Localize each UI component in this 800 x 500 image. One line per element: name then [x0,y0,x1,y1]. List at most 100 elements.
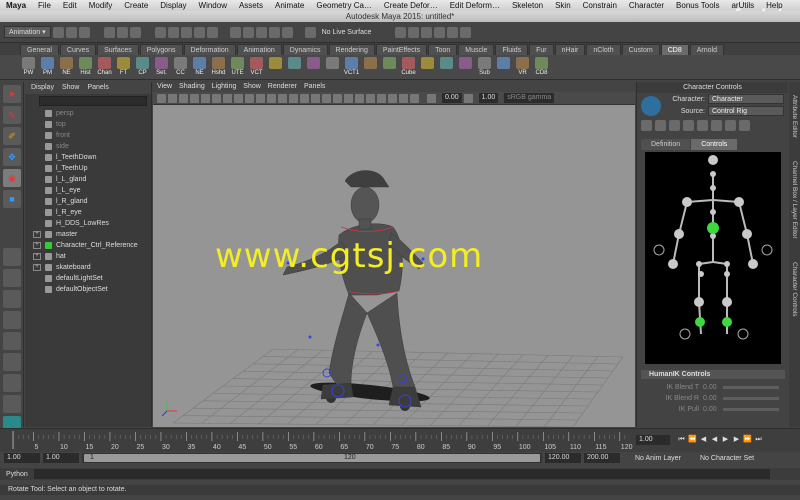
render-icon[interactable] [242,26,254,38]
humanik-controls-header[interactable]: HumanIK Controls [641,370,785,379]
new-scene-icon[interactable] [52,26,64,38]
scale-tool-icon[interactable]: ■ [3,190,21,208]
menu-skin[interactable]: Skin [549,1,577,10]
shelf-button-22[interactable] [438,57,455,79]
shelf-button-3[interactable]: Hist [77,57,94,79]
isolate-select-icon[interactable] [388,93,397,103]
command-input[interactable] [33,469,770,479]
anim-layer-dropdown[interactable]: No Anim Layer [635,455,697,462]
shelf-button-8[interactable]: CC [172,57,189,79]
shelf-tab-curves[interactable]: Curves [59,44,97,55]
outliner-item[interactable]: l_R_gland [25,196,151,207]
blend-slider[interactable] [723,385,779,389]
shelf-tab-muscle[interactable]: Muscle [458,44,495,55]
outliner-item[interactable]: + master [25,229,151,240]
shelf-button-14[interactable] [286,57,303,79]
shelf-button-9[interactable]: NE [191,57,208,79]
single-perspective-layout-icon[interactable] [3,269,21,287]
select-hierarchy-icon[interactable] [103,26,115,38]
persp-outliner-layout-icon[interactable] [3,311,21,329]
shelf-tab-custom[interactable]: Custom [621,44,660,55]
camera-attributes-icon[interactable] [168,93,177,103]
lasso-tool-icon[interactable]: ✎ [3,106,21,124]
shelf-button-2[interactable]: NE [58,57,75,79]
outliner-item[interactable]: + skateboard [25,262,151,273]
step-forward-frame-icon[interactable]: ▶︎ [732,435,741,444]
go-to-start-icon[interactable]: ⏮ [677,435,686,444]
end-time-field[interactable]: 200.00 [584,453,620,463]
left-hand-expand-icon[interactable] [653,244,665,256]
select-tool-icon[interactable]: ➤ [3,85,21,103]
uv-layout-icon[interactable] [3,395,21,413]
time-slider[interactable]: 5 10 15 20 25 30 35 40 45 50 55 60 65 70 75 80 85 90 95 100… [0,428,800,452]
shelf-tab-ncloth[interactable]: nCloth [586,44,621,55]
outliner-layout-icon[interactable] [3,374,21,392]
right-foot-expand-icon[interactable] [737,328,749,340]
hips-effector[interactable] [707,222,719,234]
tab-controls[interactable]: Controls [691,139,738,150]
outliner-item[interactable]: top [25,119,151,130]
shelf-button-4[interactable]: Chan [96,57,113,79]
shelf-button-10[interactable]: Hshd [210,57,227,79]
hik-figure-view[interactable] [645,152,781,364]
shelf-tab-dynamics[interactable]: Dynamics [282,44,328,55]
menu-animate[interactable]: Animate [269,1,310,10]
shelf-tab-painteffects[interactable]: PaintEffects [375,44,428,55]
character-set-dropdown[interactable]: No Character Set [700,455,770,462]
history-icon[interactable] [229,26,241,38]
blend-slider[interactable] [723,407,779,411]
smooth-shade-icon[interactable] [289,93,298,103]
menu-skeleton[interactable]: Skeleton [506,1,549,10]
gamma-icon[interactable] [463,93,473,103]
side-tab-character-controls[interactable]: Character Controls [789,254,800,324]
menu-geometry-ca[interactable]: Geometry Ca… [310,1,378,10]
left-foot-expand-icon[interactable] [679,328,691,340]
shelf-tab-surfaces[interactable]: Surfaces [97,44,139,55]
right-hand-expand-icon[interactable] [761,244,773,256]
field-chart-icon[interactable] [245,93,254,103]
hypershade-layout-icon[interactable] [3,353,21,371]
textured-icon[interactable] [311,93,320,103]
hik-pin-rotate-icon[interactable] [711,120,722,131]
step-forward-key-icon[interactable]: ⏩ [743,435,752,444]
source-dropdown[interactable]: Control Rig [708,106,784,116]
snap-curve-icon[interactable] [167,26,179,38]
menu-modify[interactable]: Modify [83,1,119,10]
safe-title-icon[interactable] [267,93,276,103]
shelf-button-11[interactable]: UTE [229,57,246,79]
attribute-editor-icon[interactable] [421,26,433,38]
outliner-item[interactable]: l_R_eye [25,207,151,218]
shelf-button-12[interactable]: VCT [248,57,265,79]
live-object-icon[interactable] [206,26,218,38]
last-tool-icon[interactable] [3,248,21,266]
shelf-tab-deformation[interactable]: Deformation [183,44,236,55]
open-scene-icon[interactable] [65,26,77,38]
menu-bonus-tools[interactable]: Bonus Tools [670,1,725,10]
persp-graph-layout-icon[interactable] [3,332,21,350]
outliner-search-input[interactable] [39,96,147,106]
xray-icon[interactable] [399,93,408,103]
rotate-tool-icon[interactable]: ◉ [3,169,21,187]
shelf-tab-nhair[interactable]: nHair [554,44,586,55]
hik-skeleton[interactable] [645,152,781,364]
hik-select-icon[interactable] [641,120,652,131]
outliner-item[interactable]: side [25,141,151,152]
script-language-label[interactable]: Python [6,471,28,478]
blend-value-field[interactable]: 0.00 [703,406,719,413]
menu-edit-deform[interactable]: Edit Deform… [444,1,506,10]
menu-create-defor[interactable]: Create Defor… [378,1,444,10]
shelf-tab-fluids[interactable]: Fluids [495,44,529,55]
outliner-menu-panels[interactable]: Panels [87,82,108,94]
playback-end-field[interactable]: 120.00 [545,453,581,463]
shelf-tab-toon[interactable]: Toon [428,44,458,55]
menu-file[interactable]: File [32,1,57,10]
step-back-key-icon[interactable]: ⏪ [688,435,697,444]
playback-start-field[interactable]: 1.00 [43,453,79,463]
character-dropdown[interactable]: Character [708,94,784,104]
outliner-item[interactable]: front [25,130,151,141]
character-mesh[interactable] [282,170,424,408]
menu-assets[interactable]: Assets [233,1,269,10]
shelf-button-1[interactable]: PM [39,57,56,79]
lights-icon[interactable] [322,93,331,103]
outliner-item[interactable]: defaultObjectSet [25,284,151,295]
